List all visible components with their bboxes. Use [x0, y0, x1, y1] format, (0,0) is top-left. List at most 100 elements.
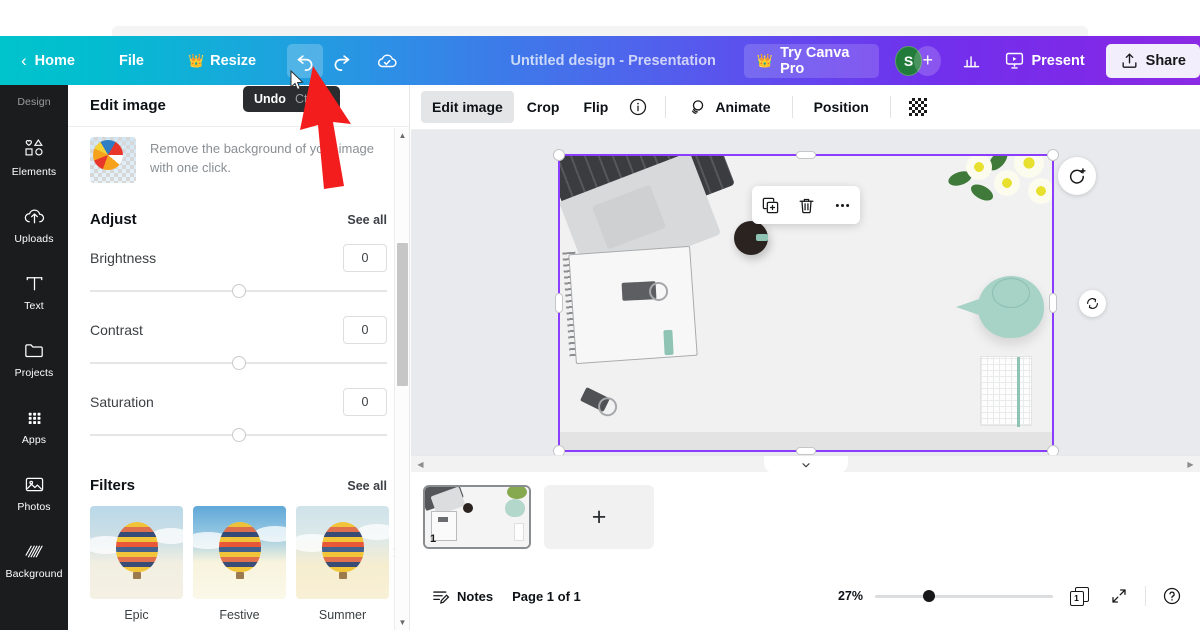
sidebar-item-design[interactable]: Design	[0, 87, 68, 121]
animate-icon	[692, 99, 704, 114]
brightness-input[interactable]: 0	[343, 244, 387, 272]
sidebar-item-photos[interactable]: Photos	[0, 472, 68, 513]
page-thumbnail-number: 1	[430, 533, 437, 545]
browser-top-strip	[0, 0, 1200, 36]
sidebar-item-elements-label: Elements	[11, 166, 57, 178]
zoom-slider-knob[interactable]	[923, 590, 935, 602]
panel-scrollbar-thumb[interactable]	[397, 243, 408, 386]
sidebar-item-background[interactable]: Background	[0, 539, 68, 580]
edit-image-panel: Edit image Remove the background of your…	[68, 85, 410, 630]
sidebar-item-uploads[interactable]: Uploads	[0, 204, 68, 245]
contrast-slider-knob[interactable]	[231, 356, 246, 370]
undo-button[interactable]	[287, 43, 324, 78]
animate-label: Animate	[715, 99, 771, 115]
bottom-bar-right: 27% 1	[829, 582, 1186, 610]
crop-button[interactable]: Crop	[516, 91, 571, 123]
add-comment-button[interactable]	[1058, 157, 1096, 195]
file-menu-button[interactable]: File	[108, 44, 155, 78]
more-options-button[interactable]	[828, 191, 856, 219]
background-remover-card[interactable]: Remove the background of your image with…	[90, 127, 387, 183]
add-page-button[interactable]: +	[544, 485, 654, 549]
position-button[interactable]: Position	[803, 91, 880, 123]
try-canva-pro-button[interactable]: 👑 Try Canva Pro	[743, 43, 879, 78]
home-button[interactable]: ‹ Home	[10, 44, 86, 78]
brightness-label: Brightness	[90, 250, 157, 266]
zoom-slider[interactable]	[875, 589, 1053, 603]
flip-button[interactable]: Flip	[572, 91, 619, 123]
text-icon	[22, 271, 47, 295]
brightness-slider[interactable]	[90, 282, 387, 300]
help-button[interactable]	[1158, 582, 1186, 610]
add-collaborator-button[interactable]: +	[914, 45, 942, 76]
document-title[interactable]: Untitled design - Presentation	[510, 53, 715, 69]
panel-body: Remove the background of your image with…	[68, 127, 409, 630]
collapse-pages-panel-button[interactable]	[763, 456, 848, 473]
bottom-bar: Notes Page 1 of 1 27% 1	[411, 562, 1200, 630]
filters-see-all-link[interactable]: See all	[347, 479, 387, 493]
panel-scrollbar[interactable]: ▲ ▼	[394, 128, 409, 630]
contrast-slider[interactable]	[90, 354, 387, 372]
page-thumbnail-1[interactable]: 1	[423, 485, 531, 549]
animate-button[interactable]: Animate	[676, 91, 781, 123]
zoom-slider-track	[875, 595, 1053, 598]
notes-button[interactable]: Notes	[425, 581, 499, 611]
add-comment-icon	[1069, 167, 1086, 184]
flower-shape	[994, 170, 1020, 196]
rotate-button[interactable]	[1079, 290, 1106, 317]
resize-button[interactable]: 👑 Resize	[177, 44, 267, 78]
filter-card-epic[interactable]: Epic	[90, 506, 183, 622]
eraser-shape	[663, 329, 674, 356]
page-count-icon-front: 1	[1069, 590, 1084, 606]
contrast-input[interactable]: 0	[343, 316, 387, 344]
brightness-slider-knob[interactable]	[231, 284, 246, 298]
present-button[interactable]: Present	[993, 44, 1095, 78]
caret-left-icon[interactable]: ◀	[413, 456, 428, 472]
saturation-input[interactable]: 0	[343, 388, 387, 416]
filter-thumb-epic	[90, 506, 183, 599]
tab-edit-image[interactable]: Edit image	[421, 91, 514, 123]
zoom-percent-label[interactable]: 27%	[829, 589, 863, 603]
saturation-slider-knob[interactable]	[231, 428, 246, 442]
transparency-button[interactable]	[901, 91, 935, 123]
sidebar-item-design-label: Design	[17, 96, 51, 108]
fullscreen-button[interactable]	[1105, 582, 1133, 610]
canvas-horizontal-scrollbar[interactable]: ◀ ▶	[411, 455, 1200, 473]
share-upload-icon	[1122, 53, 1137, 68]
delete-button[interactable]	[792, 191, 820, 219]
background-remover-description: Remove the background of your image with…	[150, 141, 375, 175]
duplicate-button[interactable]	[756, 191, 784, 219]
scroll-up-arrow-icon[interactable]: ▲	[395, 128, 410, 143]
filter-name-festive: Festive	[219, 608, 260, 622]
binder-clip-shape	[621, 281, 657, 301]
share-button[interactable]: Share	[1105, 43, 1200, 78]
add-page-label: +	[591, 502, 607, 531]
insights-button[interactable]	[953, 44, 989, 78]
filter-card-summer[interactable]: Summer	[296, 506, 389, 622]
apps-grid-icon	[22, 405, 47, 429]
sidebar-item-apps[interactable]: Apps	[0, 405, 68, 446]
position-label: Position	[813, 99, 869, 115]
info-button[interactable]	[621, 91, 655, 123]
thumb-flowers-shape	[507, 487, 527, 499]
expand-icon	[1112, 589, 1126, 603]
filter-card-festive[interactable]: Festive	[193, 506, 286, 622]
page-count-value: 1	[1074, 593, 1079, 603]
cloud-saved-button[interactable]	[369, 44, 405, 78]
cloud-saved-icon	[378, 53, 398, 67]
page-count-button[interactable]: 1	[1065, 582, 1093, 610]
redo-button[interactable]	[323, 44, 359, 78]
sidebar-item-text[interactable]: Text	[0, 271, 68, 312]
page-count-icon: 1	[1069, 586, 1089, 606]
saturation-slider[interactable]	[90, 426, 387, 444]
sidebar-item-projects[interactable]: Projects	[0, 338, 68, 379]
contrast-label: Contrast	[90, 322, 143, 338]
caret-right-icon[interactable]: ▶	[1183, 456, 1198, 472]
rotate-icon	[1087, 298, 1098, 309]
scroll-down-arrow-icon[interactable]: ▼	[395, 615, 410, 630]
sidebar-item-apps-label: Apps	[21, 434, 47, 446]
sidebar-item-elements[interactable]: Elements	[0, 137, 68, 178]
adjust-see-all-link[interactable]: See all	[347, 213, 387, 227]
adjust-section-header: Adjust See all	[90, 211, 387, 228]
edit-image-label: Edit image	[432, 99, 503, 115]
background-icon	[22, 539, 47, 563]
